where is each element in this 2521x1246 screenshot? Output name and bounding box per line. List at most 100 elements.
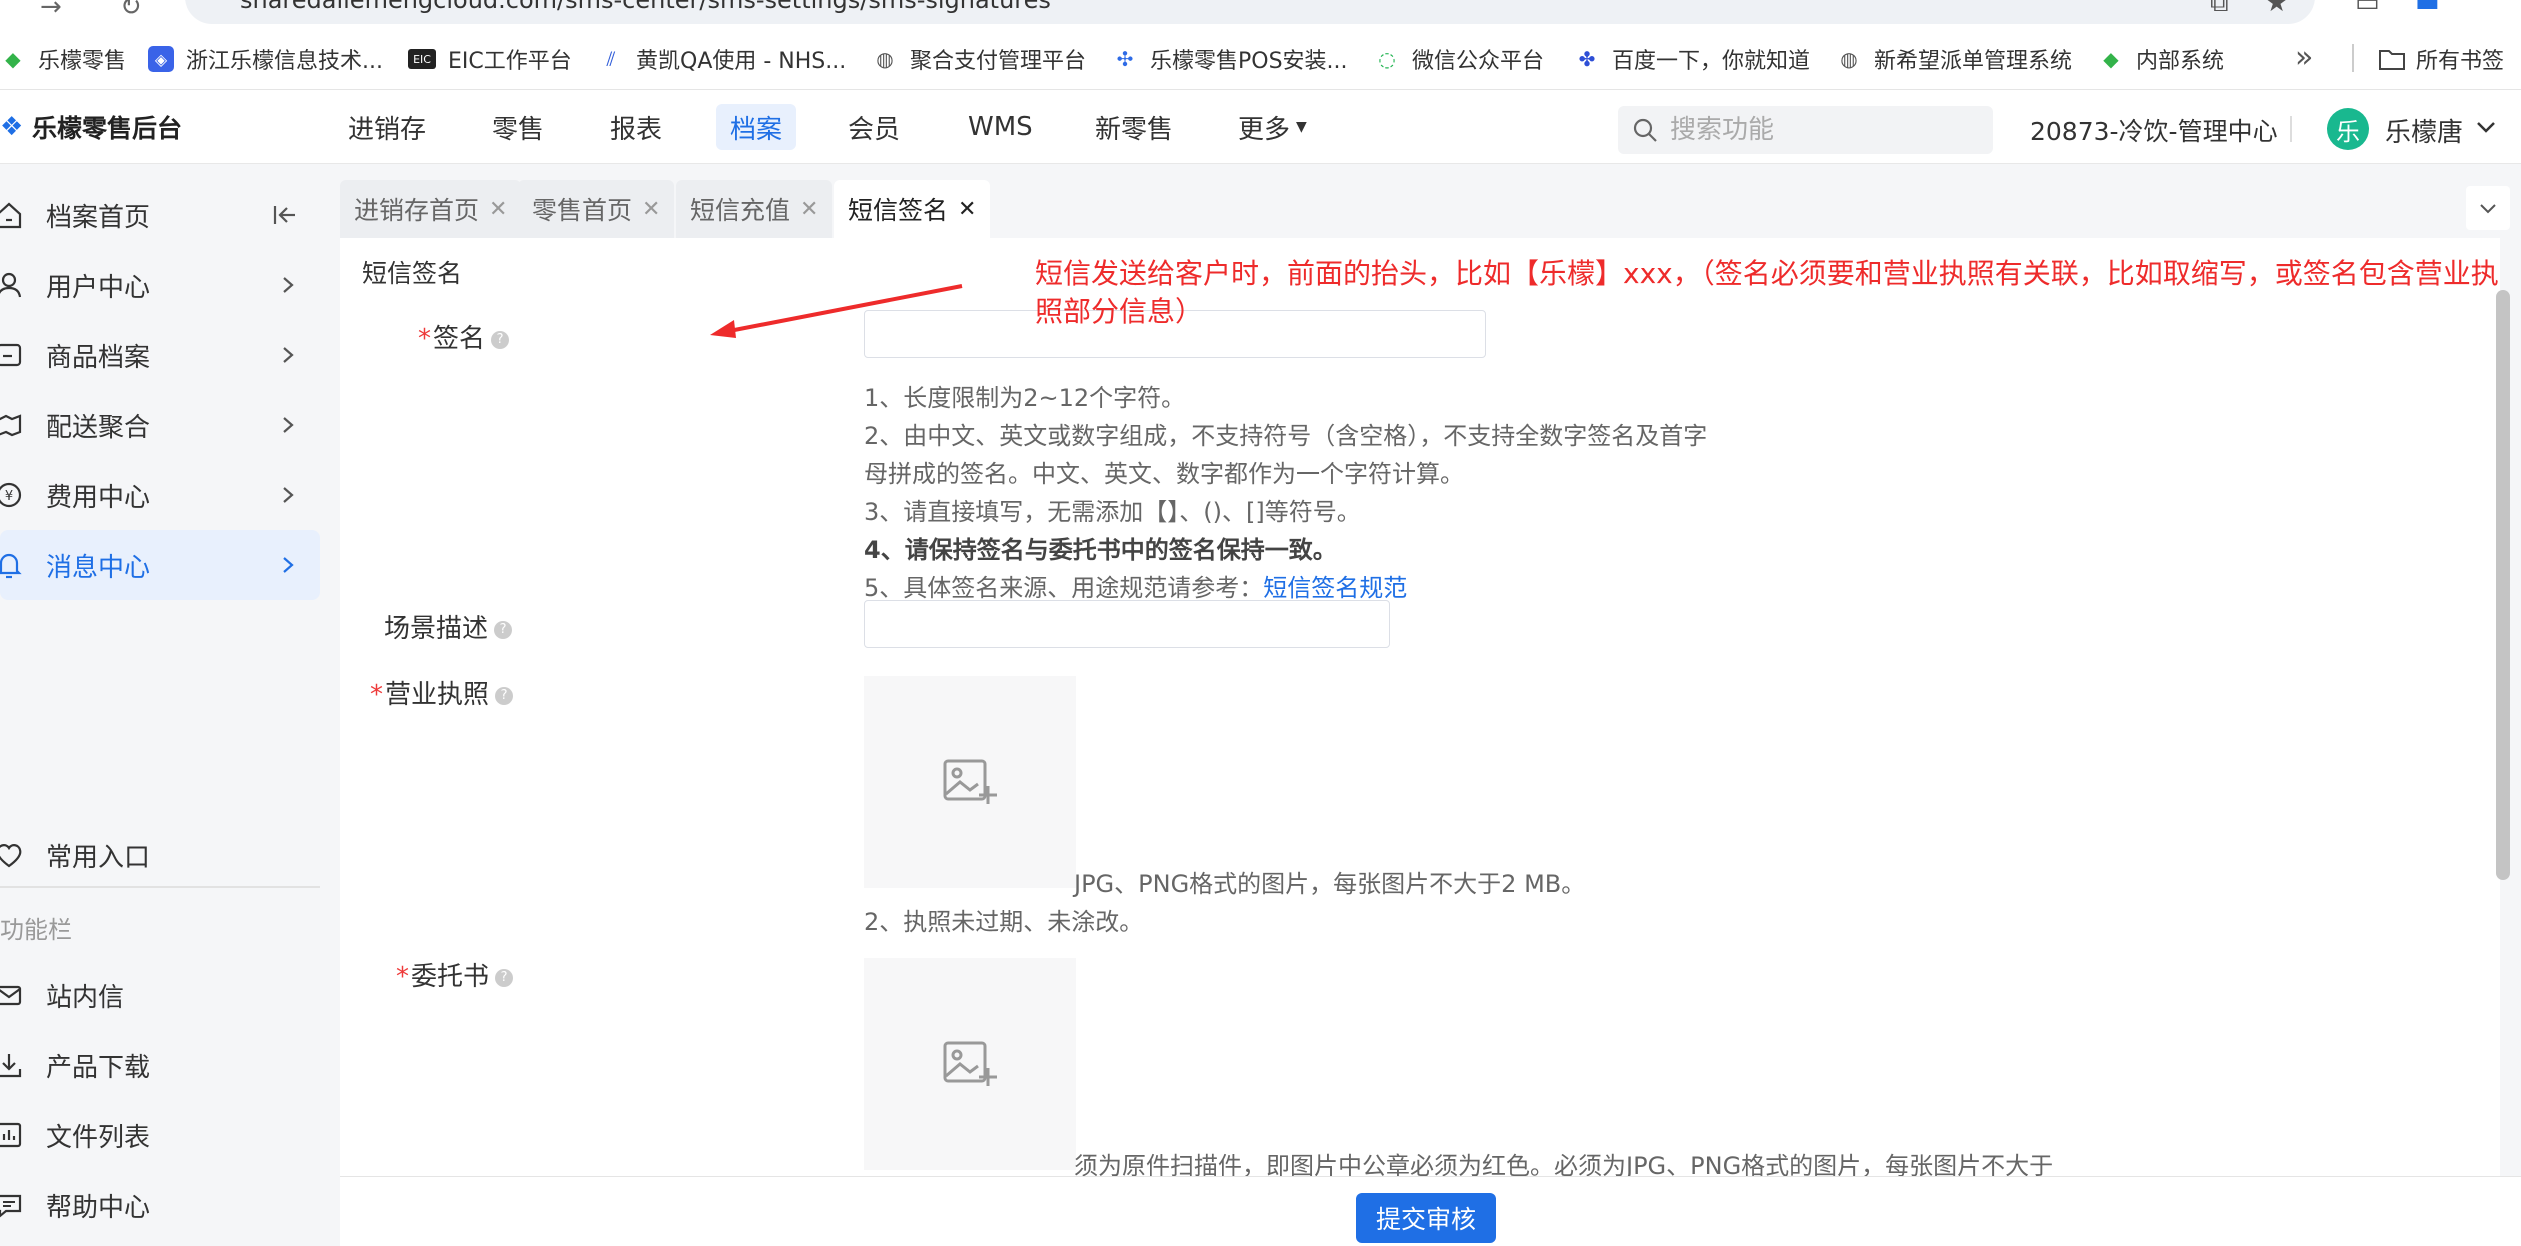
app-logo[interactable]: ❖ 乐檬零售后台 [0,90,182,164]
license-label: *营业执照? [370,674,514,711]
sidebar-item-user-center[interactable]: 用户中心 [0,250,320,320]
star-icon[interactable]: ★ [2265,0,2288,18]
close-icon[interactable]: ✕ [489,197,507,222]
scrollbar[interactable] [2496,290,2510,880]
search-box[interactable] [1618,106,1993,154]
nav-inventory[interactable]: 进销存 [334,104,440,150]
sidebar-item-product-archive[interactable]: 商品档案 [0,320,320,390]
nav-more[interactable]: 更多 ▼ [1224,104,1321,150]
annotation-arrow [710,284,963,338]
license-hint-2: 2、执照未过期、未涂改。 [864,908,1144,936]
bookmark-6[interactable]: ◌ 微信公众平台 [1374,28,1544,90]
sidebar-item-message-center[interactable]: 消息中心 [0,530,320,600]
tab-sms-signature[interactable]: 短信签名 ✕ [834,180,991,238]
avatar[interactable]: 乐 [2327,108,2369,150]
all-bookmarks[interactable]: 所有书签 [2378,28,2504,90]
proxy-upload[interactable] [864,958,1076,1170]
footer-bar: 提交审核 [340,1176,2521,1246]
close-icon[interactable]: ✕ [642,197,660,222]
back-icon[interactable]: → [40,0,62,22]
chevron-right-icon [283,557,294,573]
sidebar-tool-inbox[interactable]: 站内信 [0,960,320,1030]
bookmarks-bar: ◆ 乐檬零售 ◈ 浙江乐檬信息技术... EIC EIC工作平台 ⫽ 黄凯QA使… [0,28,2521,90]
translate-icon[interactable]: ⧉ [2210,0,2229,19]
signature-hint-2: 2、由中文、英文或数字组成，不支持符号（含空格），不支持全数字签名及首字 [864,422,1708,450]
bookmark-2[interactable]: EIC EIC工作平台 [408,28,572,90]
bookmarks-divider [2352,44,2354,72]
org-selector[interactable]: 20873-冷饮-管理中心 [2030,112,2278,148]
bookmark-8[interactable]: ◍ 新希望派单管理系统 [1836,28,2072,90]
chevron-down-icon[interactable] [2473,114,2499,140]
tab-sms-recharge[interactable]: 短信充值 ✕ [676,180,833,238]
chevron-right-icon [283,417,294,433]
nav-members[interactable]: 会员 [834,104,914,150]
bookmark-7[interactable]: ✤ 百度一下，你就知道 [1574,28,1810,90]
license-upload[interactable] [864,676,1076,888]
globe-icon: ◍ [876,47,894,71]
sidebar-favorites[interactable]: 常用入口 [0,820,320,890]
help-chat-icon [0,1194,22,1218]
nav-archives[interactable]: 档案 [716,104,797,150]
close-icon[interactable]: ✕ [958,197,976,222]
wechat-icon: ◌ [1378,47,1396,71]
signature-label: *签名? [418,318,510,355]
bookmark-9[interactable]: ◆ 内部系统 [2098,28,2224,90]
sidebar-tool-download[interactable]: 产品下载 [0,1030,320,1100]
reload-icon[interactable]: ↻ [120,0,142,22]
close-icon[interactable]: ✕ [800,197,818,222]
eic-icon: EIC [408,49,436,69]
signature-spec-link[interactable]: 短信签名规范 [1263,574,1407,602]
chevron-right-icon [283,347,294,363]
nav-new-retail[interactable]: 新零售 [1081,104,1187,150]
nav-wms[interactable]: WMS [954,104,1047,150]
page-title: 短信签名 [362,259,463,288]
scene-input[interactable] [864,600,1390,648]
submit-review-button[interactable]: 提交审核 [1356,1193,1496,1243]
collapse-sidebar-icon[interactable] [270,201,298,229]
mail-icon [0,985,22,1006]
address-url[interactable]: sharedailemengcloud.com/sms-center/sms-s… [240,0,1051,14]
tab-retail-home[interactable]: 零售首页 ✕ [518,180,675,238]
nav-reports[interactable]: 报表 [596,104,676,150]
window-icon[interactable]: ▭ [2355,0,2380,18]
lemon-icon: ◆ [2103,47,2119,71]
header-divider [2290,116,2292,142]
help-icon[interactable]: ? [491,330,510,349]
sidebar-item-delivery[interactable]: 配送聚合 [0,390,320,460]
tabs-dropdown[interactable] [2466,186,2510,230]
signature-hint-3: 母拼成的签名。中文、英文、数字都作为一个字符计算。 [864,460,1464,488]
signature-hint-5: 4、请保持签名与委托书中的签名保持一致。 [864,536,1337,564]
sidebar: 档案首页 用户中心 商品档案 配送聚合 ¥ 费用中心 消息中心 常用入口 功能栏… [0,164,340,1246]
bookmark-1[interactable]: ◈ 浙江乐檬信息技术... [148,28,383,90]
sidebar-section-title: 功能栏 [0,916,72,944]
help-icon[interactable]: ? [495,686,514,705]
home-icon [0,202,22,229]
sidebar-tool-files[interactable]: 文件列表 [0,1100,320,1170]
user-name[interactable]: 乐檬唐 [2385,112,2463,149]
lemon-blue-icon: ✣ [1116,47,1134,71]
tab-inventory-home[interactable]: 进销存首页 ✕ [340,180,522,238]
help-icon[interactable]: ? [495,968,514,987]
bookmark-0[interactable]: ◆ 乐檬零售 [0,28,126,90]
bell-icon [0,553,22,579]
chevron-right-icon [283,487,294,503]
user-icon [0,272,22,298]
bookmark-5[interactable]: ✣ 乐檬零售POS安装... [1112,28,1348,90]
sidebar-item-archive-home[interactable]: 档案首页 [0,180,320,250]
image-add-icon [943,1041,997,1086]
download-icon [0,1054,22,1078]
bookmarks-overflow-icon[interactable]: » [2295,40,2313,75]
sidebar-tool-help[interactable]: 帮助中心 [0,1170,320,1240]
annotation-note: 短信发送给客户时，前面的抬头，比如【乐檬】xxx，（签名必须要和营业执照有关联，… [1035,257,2499,328]
profile-icon[interactable]: ▬ [2415,0,2440,18]
sidebar-item-expense[interactable]: ¥ 费用中心 [0,460,320,530]
bookmark-3[interactable]: ⫽ 黄凯QA使用 - NHS... [598,28,847,90]
bookmark-4[interactable]: ◍ 聚合支付管理平台 [872,28,1086,90]
nav-retail[interactable]: 零售 [478,104,558,150]
lemon-icon: ◆ [5,47,21,71]
search-icon [1633,118,1657,142]
search-input[interactable] [1670,115,1970,145]
help-icon[interactable]: ? [494,620,513,639]
signature-hint-1: 1、长度限制为2~12个字符。 [864,384,1186,412]
folder-icon [2379,50,2405,70]
